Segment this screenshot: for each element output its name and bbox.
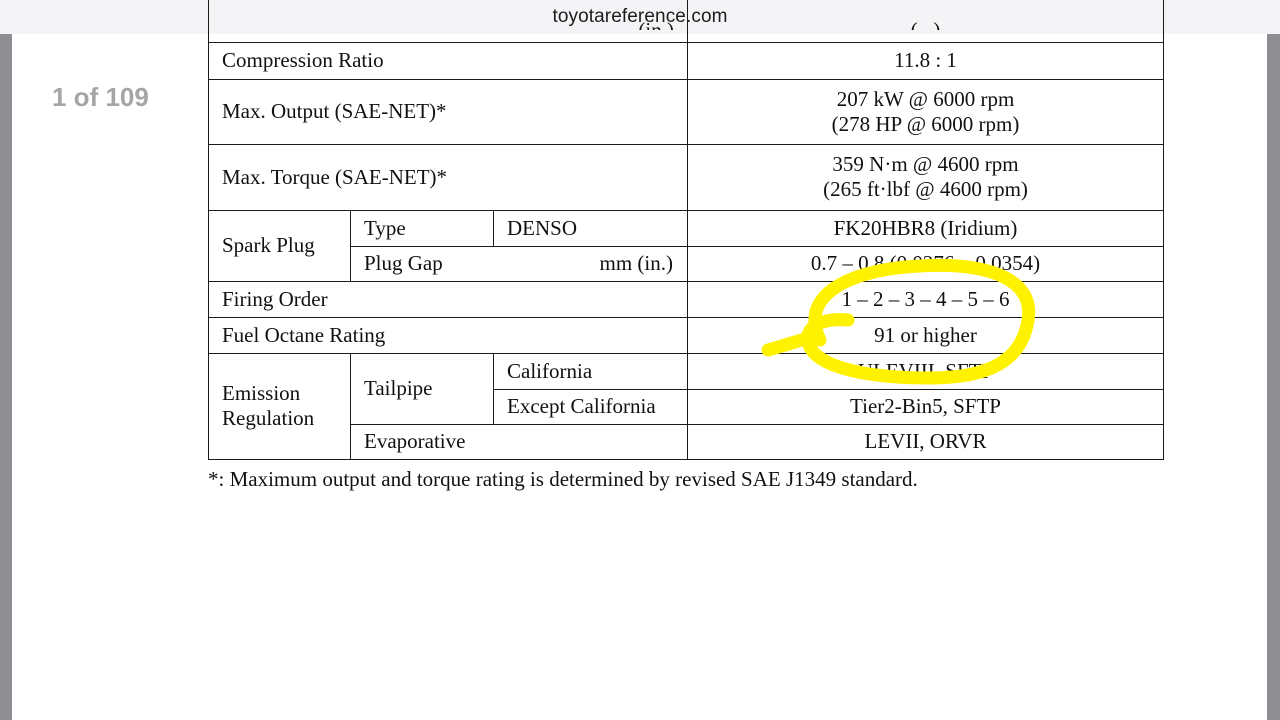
- compression-ratio-label: Compression Ratio: [208, 41, 688, 80]
- max-output-hp: (278 HP @ 6000 rpm): [831, 111, 1020, 136]
- tailpipe-label: Tailpipe: [350, 352, 494, 425]
- spark-plug-type-value: FK20HBR8 (Iridium): [687, 209, 1164, 247]
- max-output-value: 207 kW @ 6000 rpm (278 HP @ 6000 rpm): [687, 78, 1164, 145]
- emission-regulation-label: Emission Regulation: [208, 352, 351, 460]
- spark-plug-brand: DENSO: [493, 209, 688, 247]
- left-page-gutter: [0, 34, 12, 720]
- right-page-gutter: [1267, 34, 1280, 720]
- plug-gap-cell: Plug Gap mm (in.): [350, 245, 688, 282]
- partial-cell-left: (in.): [208, 0, 688, 43]
- emission-label-line2: Regulation: [222, 406, 315, 430]
- fuel-octane-label: Fuel Octane Rating: [208, 316, 688, 354]
- table-row: Plug Gap mm (in.) 0.7 – 0.8 (0.0276 – 0.…: [209, 245, 1164, 282]
- max-torque-ftlbf: (265 ft·lbf @ 4600 rpm): [823, 177, 1028, 201]
- california-value: ULEVIII, SFTP: [687, 352, 1164, 390]
- table-row: Firing Order 1 – 2 – 3 – 4 – 5 – 6: [208, 280, 1164, 318]
- partial-row-right-text: (...): [701, 19, 1150, 30]
- table-row: Max. Torque (SAE-NET)* 359 N·m @ 4600 rp…: [208, 143, 1164, 211]
- table-row-partial: (in.) (...): [208, 0, 1164, 43]
- spark-plug-label: Spark Plug: [208, 209, 351, 282]
- max-output-kw: 207 kW @ 6000 rpm: [836, 86, 1015, 111]
- table-row: Max. Output (SAE-NET)* 207 kW @ 6000 rpm…: [208, 78, 1164, 145]
- california-label: California: [493, 352, 688, 390]
- max-torque-nm: 359 N·m @ 4600 rpm: [832, 152, 1019, 176]
- table-footnote: *: Maximum output and torque rating is d…: [208, 467, 918, 491]
- partial-cell-right: (...): [687, 0, 1164, 43]
- firing-order-value: 1 – 2 – 3 – 4 – 5 – 6: [687, 280, 1164, 318]
- table-row: Compression Ratio 11.8 : 1: [208, 41, 1164, 80]
- page-indicator: 1 of 109: [52, 82, 149, 112]
- firing-order-label: Firing Order: [208, 280, 688, 318]
- except-california-value: Tier2-Bin5, SFTP: [687, 388, 1164, 425]
- max-output-label: Max. Output (SAE-NET)*: [208, 78, 688, 145]
- plug-gap-unit: mm (in.): [599, 251, 674, 275]
- table-row: Emission Regulation Tailpipe California …: [208, 352, 1164, 460]
- evaporative-label: Evaporative: [350, 423, 688, 460]
- compression-ratio-value: 11.8 : 1: [687, 41, 1164, 80]
- max-torque-value: 359 N·m @ 4600 rpm (265 ft·lbf @ 4600 rp…: [687, 143, 1164, 211]
- emission-label-line1: Emission: [222, 381, 301, 405]
- evaporative-value: LEVII, ORVR: [687, 423, 1164, 460]
- fuel-octane-value: 91 or higher: [687, 316, 1164, 354]
- table-row: Fuel Octane Rating 91 or higher: [208, 316, 1164, 354]
- engine-spec-table: (in.) (...) Compression Ratio 11.8 : 1 M…: [208, 0, 1164, 460]
- plug-gap-label: Plug Gap: [364, 251, 443, 275]
- plug-gap-value: 0.7 – 0.8 (0.0276 – 0.0354): [687, 245, 1164, 282]
- table-row: Evaporative LEVII, ORVR: [209, 423, 1164, 460]
- except-california-label: Except California: [493, 388, 688, 425]
- max-torque-label: Max. Torque (SAE-NET)*: [208, 143, 688, 211]
- partial-row-left-text: (in.): [222, 19, 674, 30]
- table-row: Spark Plug Type DENSO FK20HBR8 (Iridium): [208, 209, 1164, 282]
- spark-plug-type-label: Type: [350, 209, 494, 247]
